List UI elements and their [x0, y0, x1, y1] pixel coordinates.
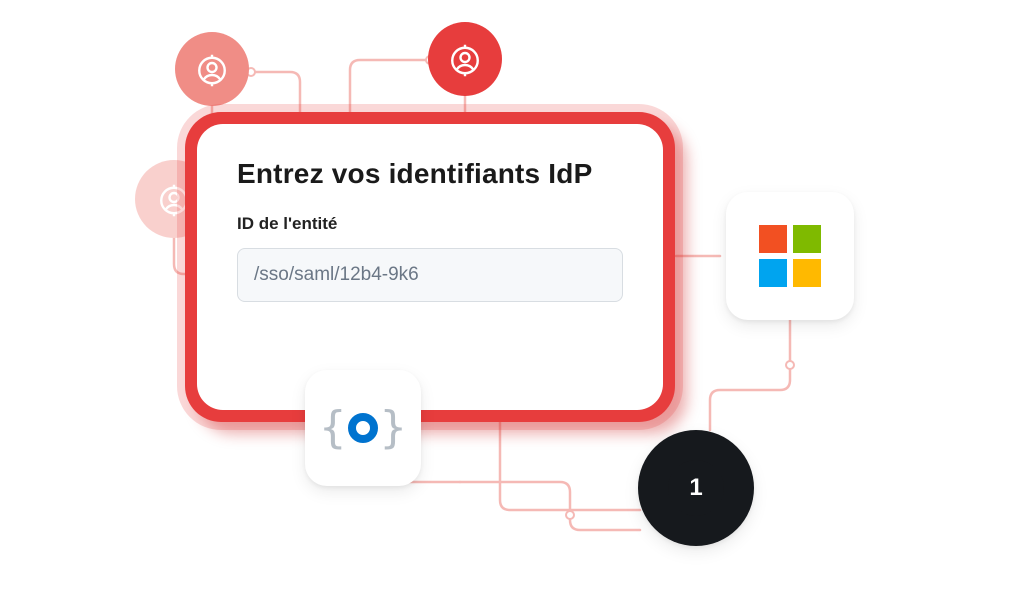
- okta-logo-icon: { }: [320, 406, 407, 450]
- user-avatar-2: [428, 22, 502, 96]
- entity-id-input[interactable]: [237, 248, 623, 302]
- connector-node: [565, 510, 575, 520]
- connector-node: [785, 360, 795, 370]
- onelogin-tile: 1: [638, 430, 754, 546]
- idp-card: Entrez vos identifiants IdP ID de l'enti…: [185, 112, 675, 422]
- microsoft-logo-icon: [759, 225, 821, 287]
- onelogin-label: 1: [689, 474, 702, 502]
- onelogin-logo-icon: 1: [668, 460, 724, 516]
- user-avatar-1: [175, 32, 249, 106]
- user-icon: [447, 41, 483, 77]
- idp-card-body: Entrez vos identifiants IdP ID de l'enti…: [197, 124, 663, 410]
- microsoft-tile: [726, 192, 854, 320]
- okta-tile: { }: [305, 370, 421, 486]
- entity-id-label: ID de l'entité: [237, 214, 623, 234]
- user-icon: [194, 51, 230, 87]
- idp-card-title: Entrez vos identifiants IdP: [237, 158, 623, 190]
